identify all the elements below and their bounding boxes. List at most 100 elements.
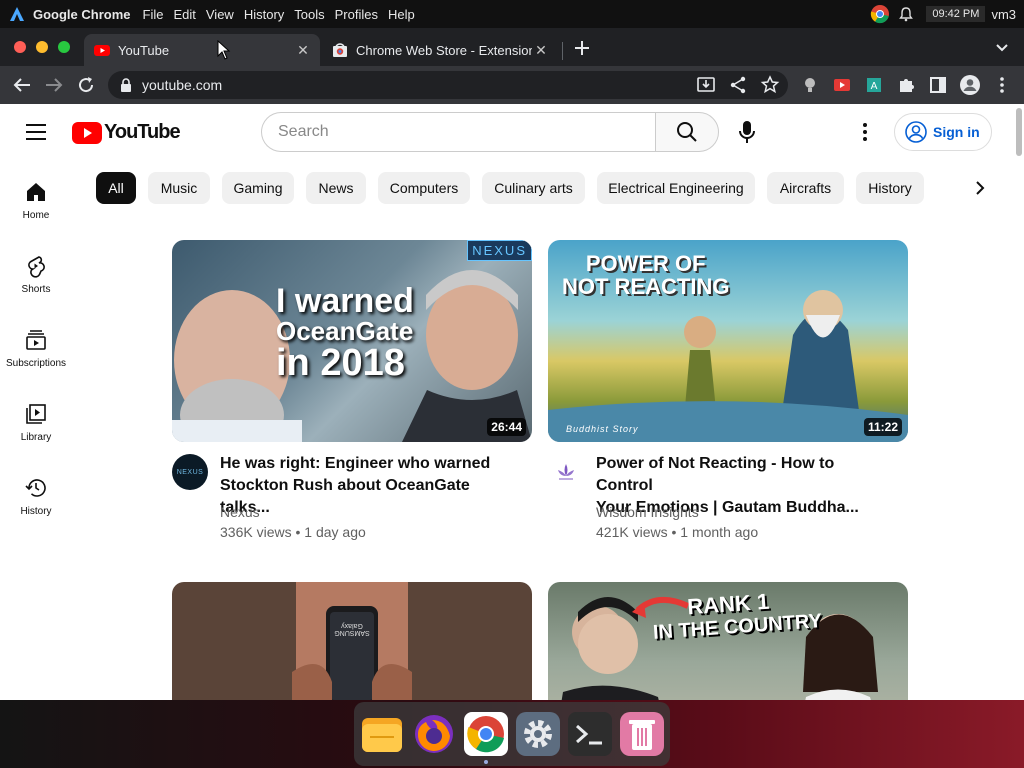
video-meta: 421K views • 1 month ago xyxy=(596,524,759,540)
youtube-logo-text: YouTube xyxy=(104,121,181,143)
sign-in-button[interactable]: Sign in xyxy=(894,113,992,151)
menu-edit[interactable]: Edit xyxy=(173,7,195,22)
thumbnail-caption: Buddhist Story xyxy=(566,424,639,434)
share-icon[interactable] xyxy=(726,73,750,97)
voice-search-mic-icon[interactable] xyxy=(738,120,756,144)
history-icon xyxy=(25,479,46,497)
tab-title: YouTube xyxy=(118,42,170,58)
menu-view[interactable]: View xyxy=(206,7,234,22)
files-icon[interactable] xyxy=(360,712,404,756)
chip-computers[interactable]: Computers xyxy=(378,172,470,204)
page-scrollbar[interactable] xyxy=(1016,108,1022,156)
thumbnail-badge: NEXUS xyxy=(467,240,532,261)
shorts-icon xyxy=(28,256,45,278)
reload-icon[interactable] xyxy=(74,73,98,97)
profile-avatar-icon[interactable] xyxy=(958,73,982,97)
video-title-line: Stockton Rush about OceanGate talks... xyxy=(220,477,470,516)
search-input[interactable]: Search xyxy=(261,112,656,152)
video-title-line: Power of Not Reacting - How to Control xyxy=(596,455,835,494)
video-thumbnail[interactable]: RANK 1 IN THE COUNTRY xyxy=(548,582,908,700)
video-thumbnail[interactable]: POWER OF NOT REACTING Buddhist Story 11:… xyxy=(548,240,908,442)
side-panel-icon[interactable] xyxy=(926,73,950,97)
bookmark-star-icon[interactable] xyxy=(758,73,782,97)
video-thumbnail[interactable]: SAMSUNG Galaxy xyxy=(172,582,532,700)
chip-history[interactable]: History xyxy=(856,172,924,204)
menu-help[interactable]: Help xyxy=(388,7,415,22)
chip-gaming[interactable]: Gaming xyxy=(222,172,294,204)
thumbnail-text: I warned OceanGate in 2018 xyxy=(276,284,414,382)
home-icon xyxy=(27,183,45,201)
thumbnail-text-line: I warned xyxy=(276,282,414,320)
chip-all[interactable]: All xyxy=(96,172,136,204)
window-maximize-button[interactable] xyxy=(58,41,70,53)
extension-bulb-icon[interactable] xyxy=(798,73,822,97)
settings-kebab-icon[interactable] xyxy=(862,122,868,142)
nav-label: Home xyxy=(22,210,50,221)
clock[interactable]: 09:42 PM xyxy=(926,6,986,22)
menu-tools[interactable]: Tools xyxy=(294,7,324,22)
extension-teal-icon[interactable]: A xyxy=(862,73,886,97)
nav-label: History xyxy=(20,506,52,517)
notification-bell-icon[interactable] xyxy=(898,6,914,22)
chip-aircrafts[interactable]: Aircrafts xyxy=(767,172,844,204)
svg-text:A: A xyxy=(871,81,878,92)
chrome-running-indicator xyxy=(484,760,488,764)
tab-search-chevron-down-icon[interactable] xyxy=(995,41,1009,55)
nav-label: Library xyxy=(20,432,52,443)
youtube-logo[interactable]: YouTube xyxy=(72,121,181,144)
lock-icon[interactable] xyxy=(120,78,132,92)
nav-subscriptions[interactable]: Subscriptions xyxy=(0,328,72,402)
tab-chrome-web-store[interactable]: Chrome Web Store - Extension ✕ xyxy=(322,34,558,66)
subscriptions-icon xyxy=(26,330,46,350)
nav-history[interactable]: History xyxy=(0,476,72,550)
hamburger-menu-icon[interactable] xyxy=(26,124,46,140)
launcher-icon[interactable] xyxy=(9,6,25,22)
video-duration: 26:44 xyxy=(487,418,526,436)
youtube-header: YouTube Search Sign in xyxy=(0,104,1010,160)
back-arrow-icon[interactable] xyxy=(10,73,34,97)
channel-avatar[interactable] xyxy=(548,454,584,490)
channel-name[interactable]: Nexus xyxy=(220,504,260,520)
tab-strip: YouTube ✕ Chrome Web Store - Extension ✕ xyxy=(0,28,1024,66)
youtube-favicon-icon xyxy=(94,45,110,56)
trash-icon[interactable] xyxy=(620,712,664,756)
user-name[interactable]: vm3 xyxy=(991,7,1016,22)
channel-name[interactable]: Wisdom Insights xyxy=(596,504,699,520)
menu-history[interactable]: History xyxy=(244,7,284,22)
settings-icon[interactable] xyxy=(516,712,560,756)
window-minimize-button[interactable] xyxy=(36,41,48,53)
chip-electrical-engineering[interactable]: Electrical Engineering xyxy=(597,172,755,204)
tab-youtube[interactable]: YouTube ✕ xyxy=(84,34,320,66)
extensions-puzzle-icon[interactable] xyxy=(894,73,918,97)
browser-menu-kebab-icon[interactable] xyxy=(990,73,1014,97)
chrome-status-icon[interactable] xyxy=(870,4,890,24)
chrome-icon[interactable] xyxy=(464,712,508,756)
channel-avatar[interactable]: NEXUS xyxy=(172,454,208,490)
terminal-icon[interactable] xyxy=(568,712,612,756)
video-title[interactable]: He was right: Engineer who warned Stockt… xyxy=(220,453,510,519)
chip-music[interactable]: Music xyxy=(148,172,210,204)
tab-close-icon[interactable]: ✕ xyxy=(532,42,550,59)
firefox-icon[interactable] xyxy=(412,712,456,756)
chip-scroll-right-chevron-icon[interactable] xyxy=(974,180,986,196)
forward-arrow-icon[interactable] xyxy=(42,73,66,97)
nav-library[interactable]: Library xyxy=(0,402,72,476)
chip-news[interactable]: News xyxy=(306,172,366,204)
address-bar[interactable]: youtube.com xyxy=(108,71,788,99)
install-app-icon[interactable] xyxy=(694,73,718,97)
search-icon xyxy=(677,122,697,142)
menu-file[interactable]: File xyxy=(143,7,164,22)
sign-in-label: Sign in xyxy=(933,124,980,140)
browser-toolbar: youtube.com A xyxy=(0,66,1024,104)
new-tab-plus-icon[interactable] xyxy=(574,40,590,56)
video-thumbnail[interactable]: NEXUS I warned OceanGate in 2018 26:44 xyxy=(172,240,532,442)
window-close-button[interactable] xyxy=(14,41,26,53)
menu-profiles[interactable]: Profiles xyxy=(335,7,378,22)
tab-close-icon[interactable]: ✕ xyxy=(294,42,312,59)
nav-home[interactable]: Home xyxy=(0,180,72,254)
search-button[interactable] xyxy=(655,112,719,152)
video-meta: 336K views • 1 day ago xyxy=(220,524,366,540)
extension-red-icon[interactable] xyxy=(830,73,854,97)
nav-shorts[interactable]: Shorts xyxy=(0,254,72,328)
chip-culinary-arts[interactable]: Culinary arts xyxy=(482,172,585,204)
